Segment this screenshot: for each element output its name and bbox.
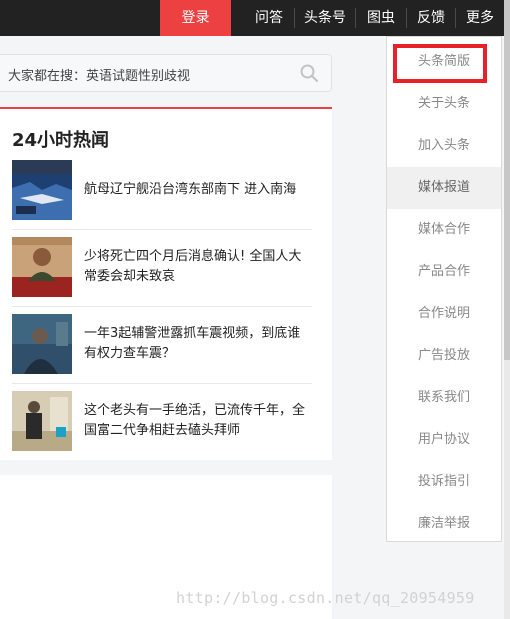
nav-item-tuchong[interactable]: 图虫: [356, 0, 406, 36]
news-thumbnail[interactable]: [12, 237, 72, 297]
divider: [12, 306, 312, 307]
watermark-text: http://blog.csdn.net/qq_20954959: [176, 589, 475, 607]
list-item[interactable]: 航母辽宁舰沿台湾东部南下 进入南海: [12, 160, 312, 236]
news-thumbnail[interactable]: [12, 314, 72, 374]
dropdown-item-integrity-report[interactable]: 廉洁举报: [387, 503, 501, 545]
dropdown-item-media-report[interactable]: 媒体报道: [387, 167, 501, 209]
list-item[interactable]: 少将死亡四个月后消息确认! 全国人大常委会却未致哀: [12, 237, 312, 313]
news-thumbnail[interactable]: [12, 160, 72, 220]
nav-item-wenda[interactable]: 问答: [244, 0, 294, 36]
top-navigation-bar: 登录 问答 头条号 图虫 反馈 更多: [0, 0, 504, 36]
divider: [12, 383, 312, 384]
dropdown-item-product-coop[interactable]: 产品合作: [387, 251, 501, 293]
dropdown-item-ads[interactable]: 广告投放: [387, 335, 501, 377]
dropdown-item-media-coop[interactable]: 媒体合作: [387, 209, 501, 251]
hot-news-title: 24小时热闻: [12, 130, 110, 151]
dropdown-item-about[interactable]: 关于头条: [387, 83, 501, 125]
news-thumbnail[interactable]: [12, 391, 72, 451]
hot-news-card: 24小时热闻 航母辽宁舰沿台湾东部南下 进入南海 少将死亡四个月后消息确认! 全…: [0, 107, 332, 460]
divider: [12, 229, 312, 230]
highlight-annotation-box: [393, 44, 487, 83]
list-item[interactable]: 一年3起辅警泄露抓车震视频，到底谁有权力查车震？: [12, 314, 312, 390]
news-headline[interactable]: 这个老头有一手绝活，已流传千年，全国富二代争相赶去磕头拜师: [84, 391, 312, 451]
nav-item-toutiaohao[interactable]: 头条号: [295, 0, 355, 36]
nav-item-more[interactable]: 更多: [456, 0, 504, 36]
search-icon[interactable]: [299, 63, 319, 83]
search-input[interactable]: 大家都在搜：英语试题性别歧视: [0, 54, 332, 92]
more-dropdown-menu: 头条简版 关于头条 加入头条 媒体报道 媒体合作 产品合作 合作说明 广告投放 …: [386, 36, 502, 542]
search-hint-text: 大家都在搜：英语试题性别歧视: [8, 69, 191, 84]
dropdown-item-contact[interactable]: 联系我们: [387, 377, 501, 419]
news-headline[interactable]: 少将死亡四个月后消息确认! 全国人大常委会却未致哀: [84, 237, 312, 297]
page-scrollbar-thumb[interactable]: [504, 0, 510, 360]
dropdown-item-coop-notes[interactable]: 合作说明: [387, 293, 501, 335]
list-item[interactable]: 这个老头有一手绝活，已流传千年，全国富二代争相赶去磕头拜师: [12, 391, 312, 467]
login-button[interactable]: 登录: [160, 0, 231, 36]
nav-item-feedback[interactable]: 反馈: [407, 0, 455, 36]
dropdown-item-user-agreement[interactable]: 用户协议: [387, 419, 501, 461]
news-headline[interactable]: 一年3起辅警泄露抓车震视频，到底谁有权力查车震？: [84, 314, 312, 374]
dropdown-item-join[interactable]: 加入头条: [387, 125, 501, 167]
news-headline[interactable]: 航母辽宁舰沿台湾东部南下 进入南海: [84, 160, 312, 220]
dropdown-item-complaints[interactable]: 投诉指引: [387, 461, 501, 503]
